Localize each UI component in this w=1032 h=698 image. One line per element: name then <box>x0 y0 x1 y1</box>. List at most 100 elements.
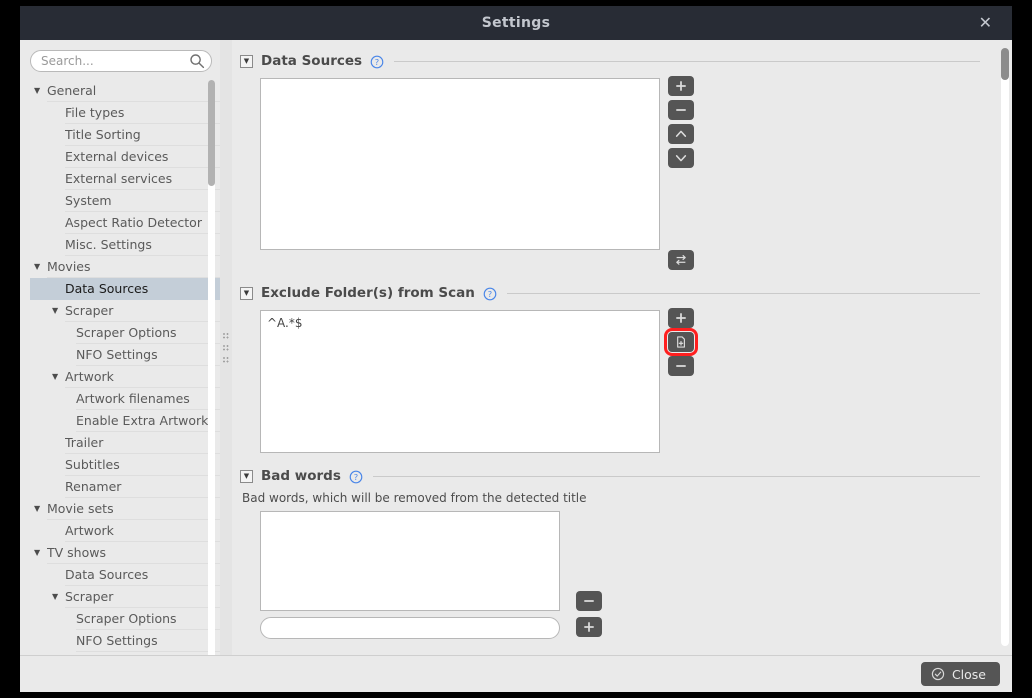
chevron-down-icon[interactable]: ▼ <box>52 373 65 381</box>
sidebar-item-nfo-settings[interactable]: NFO Settings <box>30 630 220 652</box>
sidebar-item-label: Data Sources <box>65 564 220 586</box>
sidebar-item-external-services[interactable]: External services <box>30 168 220 190</box>
move-up-button[interactable] <box>668 124 694 144</box>
sidebar-item-artwork[interactable]: Artwork <box>30 520 220 542</box>
sidebar-item-label: File types <box>65 102 220 124</box>
sidebar-item-label: Scraper <box>65 586 220 608</box>
list-box[interactable]: ^A.*$ <box>260 310 660 453</box>
sidebar-item-artwork-filenames[interactable]: Artwork filenames <box>30 388 220 410</box>
sidebar-item-label: System <box>65 190 220 212</box>
sidebar-scrollbar-thumb[interactable] <box>208 80 215 186</box>
move-down-button[interactable] <box>668 148 694 168</box>
bad-word-input[interactable] <box>260 617 560 639</box>
sidebar-item-title-sorting[interactable]: Title Sorting <box>30 124 220 146</box>
add-exclude-folder-button[interactable] <box>668 308 694 328</box>
section-hint: Bad words, which will be removed from th… <box>242 491 587 505</box>
sidebar-item-movie-sets[interactable]: ▼ Movie sets <box>30 498 220 520</box>
chevron-down-icon[interactable]: ▼ <box>34 263 47 271</box>
sidebar-item-label: Artwork filenames <box>76 388 220 410</box>
sidebar-item-label: External services <box>65 168 220 190</box>
sidebar-item-aspect-ratio-detector[interactable]: Aspect Ratio Detector <box>30 212 220 234</box>
section-divider <box>394 60 980 62</box>
grip-dot <box>222 344 230 351</box>
remove-bad-word-button[interactable] <box>576 591 602 611</box>
sidebar-item-scraper[interactable]: ▼ Scraper <box>30 300 220 322</box>
bad-words-entry-row <box>260 617 980 639</box>
remove-exclude-folder-button[interactable] <box>668 356 694 376</box>
sidebar-item-general[interactable]: ▼ General <box>30 80 220 102</box>
chevron-down-icon: ▼ <box>243 56 250 65</box>
remove-data-source-button[interactable] <box>668 100 694 120</box>
sidebar-item-label: NFO Settings <box>76 630 220 652</box>
settings-tree: ▼ General File types Title Sorting External … <box>30 80 220 652</box>
chevron-down-icon[interactable]: ▼ <box>34 87 47 95</box>
sidebar-item-label: Trailer <box>65 432 220 454</box>
list-box[interactable] <box>260 78 660 250</box>
sidebar-item-label: Subtitles <box>65 454 220 476</box>
close-button[interactable]: Close <box>920 662 1000 686</box>
chevron-down-icon[interactable]: ▼ <box>34 505 47 513</box>
sidebar-item-data-sources[interactable]: Data Sources <box>30 278 220 300</box>
section-collapse-toggle[interactable]: ▼ <box>240 286 253 300</box>
content-scrollbar[interactable] <box>1001 48 1009 646</box>
window-title: Settings <box>481 15 551 31</box>
sidebar-item-scraper[interactable]: ▼ Scraper <box>30 586 220 608</box>
plus-icon <box>674 311 688 325</box>
button-column <box>668 74 694 270</box>
sidebar-item-data-sources[interactable]: Data Sources <box>30 564 220 586</box>
sidebar-item-artwork[interactable]: ▼ Artwork <box>30 366 220 388</box>
section-collapse-toggle[interactable]: ▼ <box>240 469 253 483</box>
chevron-down-icon[interactable]: ▼ <box>34 549 47 557</box>
sidebar-item-label: Movies <box>47 256 220 278</box>
search-container <box>30 50 212 72</box>
minus-icon <box>582 594 596 608</box>
plus-icon <box>582 620 596 634</box>
section-title: Exclude Folder(s) from Scan <box>261 285 475 301</box>
help-icon[interactable]: ? <box>483 286 497 301</box>
swap-data-source-button[interactable] <box>668 250 694 270</box>
section-divider <box>506 292 980 294</box>
add-bad-word-button[interactable] <box>576 617 602 637</box>
sidebar-item-tv-shows[interactable]: ▼ TV shows <box>30 542 220 564</box>
sidebar-item-renamer[interactable]: Renamer <box>30 476 220 498</box>
add-data-source-button[interactable] <box>668 76 694 96</box>
content-scrollbar-thumb[interactable] <box>1001 48 1009 80</box>
sidebar-item-external-devices[interactable]: External devices <box>30 146 220 168</box>
title-bar: Settings ✕ <box>20 6 1012 40</box>
sidebar-item-scraper-options[interactable]: Scraper Options <box>30 608 220 630</box>
check-circle-icon <box>931 667 945 681</box>
section-divider <box>372 475 980 477</box>
section-header: ▼ Bad words? <box>240 465 980 487</box>
list-item[interactable]: ^A.*$ <box>267 315 653 331</box>
chevron-down-icon <box>674 151 688 165</box>
panel-splitter[interactable] <box>220 40 232 655</box>
chevron-down-icon[interactable]: ▼ <box>52 593 65 601</box>
section-title: Data Sources <box>261 53 363 69</box>
search-input[interactable] <box>30 50 212 72</box>
sidebar-item-label: Misc. Settings <box>65 234 220 256</box>
sidebar-item-subtitles[interactable]: Subtitles <box>30 454 220 476</box>
sidebar-item-movies[interactable]: ▼ Movies <box>30 256 220 278</box>
sidebar-scrollbar[interactable] <box>208 80 215 655</box>
section-collapse-toggle[interactable]: ▼ <box>240 54 253 68</box>
svg-text:?: ? <box>375 57 379 67</box>
sidebar-item-trailer[interactable]: Trailer <box>30 432 220 454</box>
list-box[interactable] <box>260 511 560 611</box>
section-header: ▼ Exclude Folder(s) from Scan? <box>240 282 980 304</box>
sidebar-item-misc-settings[interactable]: Misc. Settings <box>30 234 220 256</box>
sidebar-item-enable-extra-artwork[interactable]: Enable Extra Artwork <box>30 410 220 432</box>
chevron-up-icon <box>674 127 688 141</box>
settings-content-panel: ▼ Data Sources? ▼ Exclude Folder(s) from Sc… <box>232 40 1012 655</box>
swap-icon <box>674 253 688 267</box>
chevron-down-icon[interactable]: ▼ <box>52 307 65 315</box>
sidebar-item-system[interactable]: System <box>30 190 220 212</box>
section-header: ▼ Data Sources? <box>240 50 980 72</box>
sidebar-item-file-types[interactable]: File types <box>30 102 220 124</box>
close-icon[interactable]: ✕ <box>973 13 998 33</box>
help-icon[interactable]: ? <box>349 469 363 484</box>
help-icon[interactable]: ? <box>370 54 384 69</box>
sidebar-item-nfo-settings[interactable]: NFO Settings <box>30 344 220 366</box>
add-exclude-pattern-file-button[interactable] <box>664 328 698 356</box>
sidebar-item-scraper-options[interactable]: Scraper Options <box>30 322 220 344</box>
section-title: Bad words <box>261 468 341 484</box>
